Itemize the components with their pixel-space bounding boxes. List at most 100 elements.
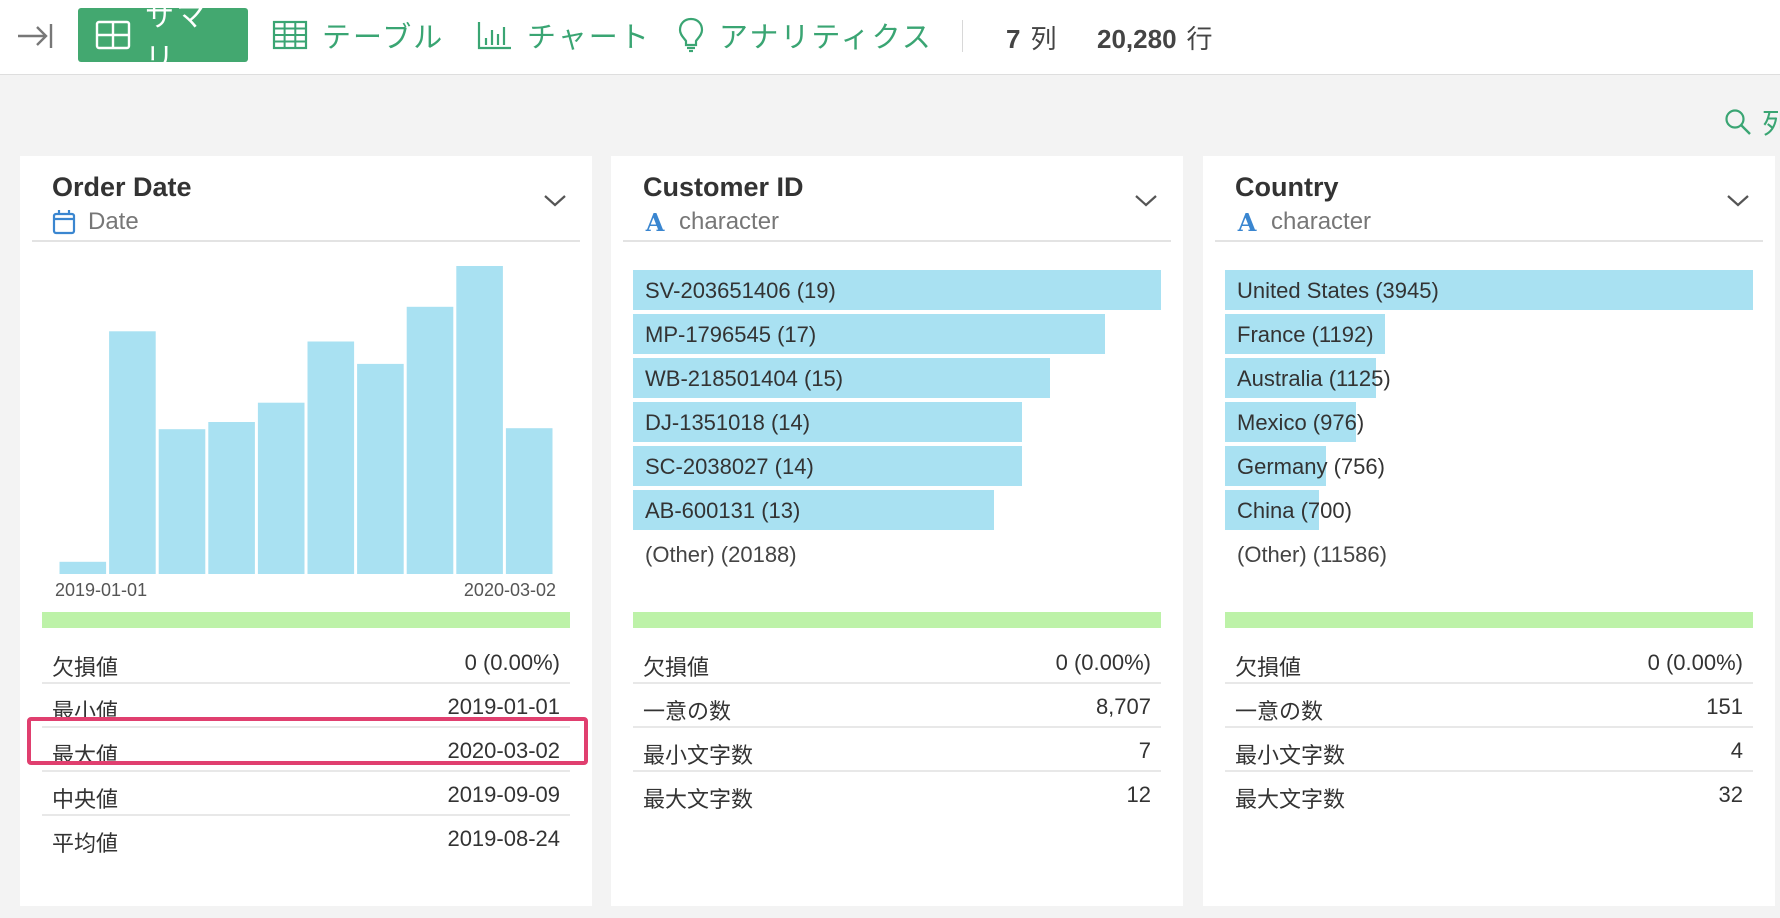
histogram-bar[interactable] (406, 306, 454, 574)
column-card-order-date: Order Date Date 2019-01-01 2020-03-02 欠損… (20, 156, 592, 906)
stat-label: 欠損値 (1235, 655, 1302, 680)
column-type-label: character (1271, 208, 1372, 235)
stat-label: 平均値 (52, 831, 119, 856)
top-value-other-label: (Other) (11586) (1237, 542, 1387, 567)
quality-bar (1225, 612, 1753, 628)
top-value-row[interactable]: China (700) (1225, 490, 1753, 530)
top-values-list: United States (3945) France (1192) Austral… (1225, 270, 1753, 578)
top-value-row[interactable]: SC-2038027 (14) (633, 446, 1161, 486)
chevron-down-icon[interactable] (1725, 190, 1751, 210)
top-value-row[interactable]: Australia (1125) (1225, 358, 1753, 398)
top-values-list: SV-203651406 (19) MP-1796545 (17) WB-21850… (633, 270, 1161, 578)
top-value-row[interactable]: Germany (756) (1225, 446, 1753, 486)
stat-value: 32 (1718, 782, 1743, 807)
tab-table-label: テーブル (322, 22, 445, 54)
tab-analytics-label: アナリティクス (719, 22, 933, 54)
stat-row-missing: 欠損値 0 (0.00%) (1225, 640, 1753, 684)
histogram-bar[interactable] (208, 422, 255, 574)
column-search[interactable]: 列 (1724, 102, 1780, 142)
tab-analytics[interactable]: アナリティクス (660, 8, 950, 62)
toolbar: サマリ テーブル チャート アナリティクス 7列 20,280 行 (0, 0, 1780, 75)
tab-table[interactable]: テーブル (255, 8, 461, 62)
top-value-row[interactable]: WB-218501404 (15) (633, 358, 1161, 398)
column-card-customer-id: Customer ID A character SV-203651406 (19… (611, 156, 1183, 906)
stat-row-min-length: 最小文字数 7 (633, 728, 1161, 772)
tab-chart-label: チャート (527, 22, 651, 54)
stat-label: 中央値 (52, 787, 119, 812)
character-type-letter: A (645, 207, 665, 237)
top-value-row[interactable]: AB-600131 (13) (633, 490, 1161, 530)
histogram-bar[interactable] (456, 266, 503, 574)
column-search-label: 列 (1762, 108, 1780, 139)
column-card-country: Country A character United States (3945)… (1203, 156, 1775, 906)
stat-value: 0 (0.00%) (1055, 650, 1151, 675)
chevron-down-icon[interactable] (1133, 190, 1159, 210)
histogram-x-end: 2020-03-02 (463, 580, 556, 600)
stat-row-median: 中央値 2019-09-09 (42, 772, 570, 816)
column-count: 7列 (1006, 19, 1057, 56)
top-value-row[interactable]: DJ-1351018 (14) (633, 402, 1161, 442)
tab-summary[interactable]: サマリ (78, 1, 248, 75)
top-value-other-label: (Other) (20188) (645, 542, 797, 567)
bar-chart-icon (477, 22, 511, 50)
tab-chart[interactable]: チャート (460, 8, 668, 62)
stats-list: 欠損値 0 (0.00%) 一意の数 8,707 最小文字数 7 最大文字数 1… (633, 640, 1161, 816)
quality-bar (42, 612, 570, 628)
stat-row-max-length: 最大文字数 12 (633, 772, 1161, 816)
stat-label: 最小文字数 (1235, 743, 1346, 768)
column-type: A character (643, 207, 780, 237)
stat-value: 0 (0.00%) (464, 650, 560, 675)
stat-row-unique: 一意の数 8,707 (633, 684, 1161, 728)
column-card-header: Customer ID A character (623, 156, 1171, 242)
stat-value: 2019-09-09 (447, 782, 560, 807)
collapse-panel-icon[interactable] (16, 20, 54, 52)
histogram-bar[interactable] (59, 561, 107, 574)
histogram-bar[interactable] (307, 341, 355, 575)
column-name: Customer ID (643, 172, 804, 202)
stat-value: 151 (1706, 694, 1743, 719)
top-value-label: France (1192) (1237, 322, 1374, 347)
top-value-other[interactable]: (Other) (11586) (1225, 534, 1753, 574)
histogram-bar[interactable] (109, 331, 156, 574)
stat-label: 最小文字数 (643, 743, 754, 768)
histogram-x-start: 2019-01-01 (55, 580, 148, 600)
top-value-label: WB-218501404 (15) (645, 366, 844, 391)
tab-summary-label: サマリ (145, 1, 208, 75)
top-value-label: SC-2038027 (14) (645, 454, 814, 479)
top-value-label: MP-1796545 (17) (645, 322, 817, 347)
stat-value: 12 (1126, 782, 1151, 807)
stat-row-missing: 欠損値 0 (0.00%) (633, 640, 1161, 684)
character-icon: A (1235, 208, 1259, 237)
date-histogram (59, 266, 553, 575)
histogram-bar[interactable] (357, 363, 404, 574)
histogram-bar[interactable] (257, 402, 305, 574)
top-value-label: DJ-1351018 (14) (645, 410, 811, 435)
summary-grid-icon (95, 20, 131, 50)
top-value-row[interactable]: Mexico (976) (1225, 402, 1753, 442)
column-name: Country (1235, 172, 1339, 202)
histogram-bar[interactable] (505, 428, 553, 574)
stat-row-missing: 欠損値 0 (0.00%) (42, 640, 570, 684)
top-value-other[interactable]: (Other) (20188) (633, 534, 1161, 574)
top-value-row[interactable]: France (1192) (1225, 314, 1753, 354)
top-value-row[interactable]: United States (3945) (1225, 270, 1753, 310)
top-value-label: Germany (756) (1237, 454, 1385, 479)
top-value-row[interactable]: SV-203651406 (19) (633, 270, 1161, 310)
quality-bar (633, 612, 1161, 628)
row-count-value: 20,280 (1097, 24, 1177, 54)
histogram-bar[interactable] (158, 429, 206, 574)
stat-label: 一意の数 (1235, 699, 1324, 724)
stat-row-max-length: 最大文字数 32 (1225, 772, 1753, 816)
table-icon (272, 20, 308, 50)
character-icon: A (643, 207, 667, 237)
top-value-label: China (700) (1237, 498, 1352, 523)
column-type-label: character (679, 208, 780, 235)
stat-row-mean: 平均値 2019-08-24 (42, 816, 570, 860)
top-value-row[interactable]: MP-1796545 (17) (633, 314, 1161, 354)
top-value-label: SV-203651406 (19) (645, 278, 836, 303)
column-count-unit: 列 (1030, 24, 1058, 54)
column-count-value: 7 (1006, 24, 1021, 54)
toolbar-divider (962, 20, 963, 52)
stat-label: 一意の数 (643, 699, 732, 724)
stat-value: 0 (0.00%) (1647, 650, 1743, 675)
